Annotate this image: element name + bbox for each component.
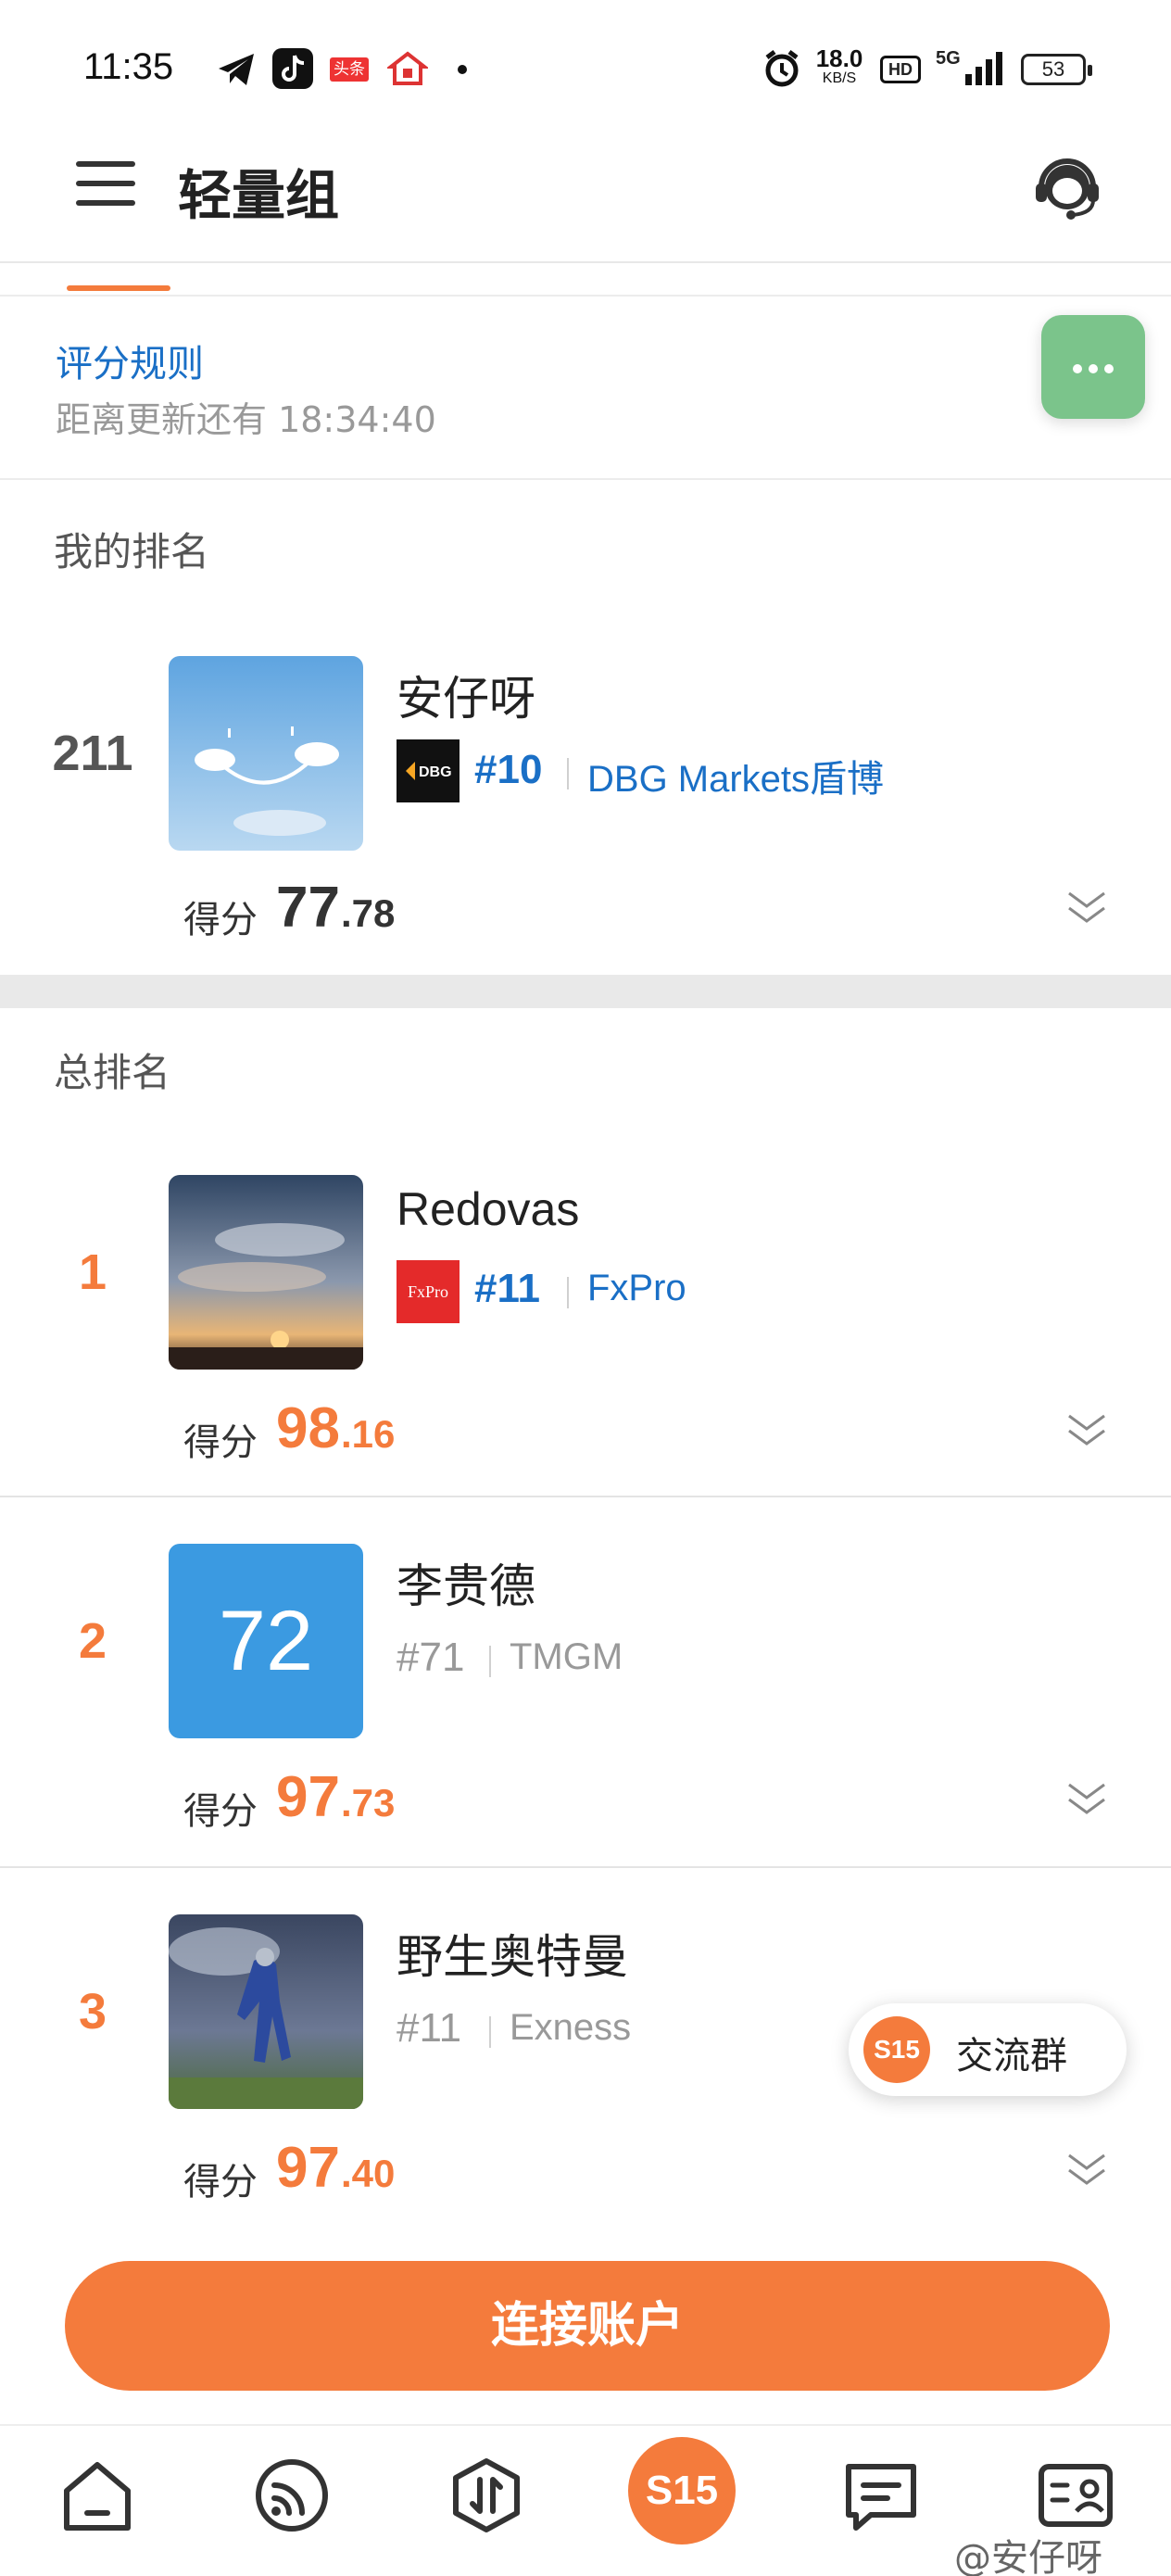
my-rank-section-title: 我的排名 xyxy=(54,529,210,575)
broker-name[interactable]: FxPro xyxy=(587,1268,686,1309)
status-time: 11:35 xyxy=(83,46,174,87)
score-decimal: .73 xyxy=(341,1781,396,1825)
active-tab-indicator xyxy=(67,285,170,291)
score-label: 得分 xyxy=(183,1790,258,1833)
score-integer: 77 xyxy=(276,876,340,940)
trade-icon[interactable] xyxy=(445,2454,528,2537)
signal-icon xyxy=(965,52,1002,85)
user-avatar xyxy=(169,1175,363,1370)
fxpro-logo: FxPro xyxy=(397,1260,460,1323)
rank-number: 2 xyxy=(78,1613,107,1669)
rank-number: 211 xyxy=(52,726,133,781)
s15-logo-icon: S15 xyxy=(863,2016,930,2083)
section-divider xyxy=(0,975,1171,1008)
user-name: 野生奥特曼 xyxy=(397,1930,628,1984)
profile-card-icon[interactable] xyxy=(1034,2454,1117,2537)
chat-group-label: 交流群 xyxy=(956,2035,1067,2077)
score-decimal: .78 xyxy=(341,891,396,935)
score-label: 得分 xyxy=(183,899,258,941)
battery-indicator: 53 xyxy=(1021,54,1092,85)
separator xyxy=(489,1646,491,1677)
chevron-down-icon[interactable] xyxy=(1064,888,1110,928)
hamburger-menu-icon[interactable] xyxy=(76,161,135,209)
chevron-down-icon[interactable] xyxy=(1064,2150,1110,2191)
chevron-down-icon[interactable] xyxy=(1064,1410,1110,1451)
rank-number: 3 xyxy=(78,1984,107,2039)
scoring-rules-link[interactable]: 评分规则 xyxy=(56,334,204,387)
ranking-row-1[interactable]: 1 Redovas FxPro #11 FxPro 得分 98 .16 xyxy=(0,1130,1171,1497)
telegram-icon xyxy=(219,54,254,85)
user-name: Redovas xyxy=(397,1183,580,1235)
5g-label: 5G xyxy=(936,48,961,69)
broker-name[interactable]: DBG Markets盾博 xyxy=(587,749,884,802)
rules-row: 评分规则 距离更新还有 18:34:40 xyxy=(0,295,1171,480)
s15-icon[interactable]: S15 xyxy=(628,2437,736,2544)
separator xyxy=(567,1277,569,1308)
customer-service-icon[interactable] xyxy=(1030,150,1104,224)
dbg-markets-logo: DBG xyxy=(397,739,460,802)
user-name: 安仔呀 xyxy=(397,672,535,726)
broker-name[interactable]: TMGM xyxy=(510,1636,623,1678)
feed-icon[interactable] xyxy=(250,2454,334,2537)
user-avatar xyxy=(169,1914,363,2109)
overall-section-title: 总排名 xyxy=(54,1050,171,1095)
page-title: 轻量组 xyxy=(178,164,340,227)
tiktok-icon xyxy=(272,48,313,89)
user-avatar: 72 xyxy=(169,1544,363,1738)
more-notifications-dot xyxy=(458,65,467,74)
score-label: 得分 xyxy=(183,2161,258,2203)
score-integer: 97 xyxy=(276,2136,340,2200)
message-icon[interactable] xyxy=(839,2454,923,2537)
bottom-nav: S15 @安仔呀 xyxy=(0,2424,1171,2576)
broker-rank: #11 xyxy=(474,1266,540,1311)
separator xyxy=(567,758,569,789)
more-options-button[interactable] xyxy=(1041,315,1145,419)
toutiao-icon: 头条 xyxy=(330,57,369,82)
separator xyxy=(489,2016,491,2048)
score-integer: 98 xyxy=(276,1396,340,1460)
svg-text:DBG: DBG xyxy=(419,764,452,780)
broker-rank: #10 xyxy=(474,747,543,792)
bank-app-icon xyxy=(387,51,428,85)
watermark: @安仔呀 xyxy=(954,2537,1102,2576)
update-countdown: 距离更新还有 18:34:40 xyxy=(56,399,436,440)
broker-name[interactable]: Exness xyxy=(510,2007,631,2049)
app-header: 轻量组 xyxy=(0,139,1171,291)
score-label: 得分 xyxy=(183,1421,258,1464)
score-decimal: .40 xyxy=(341,2152,396,2195)
home-icon[interactable] xyxy=(56,2454,139,2537)
rank-number: 1 xyxy=(78,1244,107,1300)
chevron-down-icon[interactable] xyxy=(1064,1779,1110,1820)
status-bar: 11:35 头条 18.0 KB/S HD 5G 53 xyxy=(0,0,1171,139)
network-speed: 18.0 KB/S xyxy=(815,44,863,86)
connect-account-button[interactable]: 连接账户 xyxy=(65,2261,1110,2391)
user-name: 李贵德 xyxy=(397,1559,535,1613)
chat-group-button[interactable]: S15 交流群 xyxy=(849,2003,1127,2096)
alarm-icon xyxy=(765,50,799,87)
score-decimal: .16 xyxy=(341,1412,396,1456)
ranking-row-2[interactable]: 2 72 李贵德 #71 TMGM 得分 97 .73 xyxy=(0,1499,1171,1868)
broker-rank: #71 xyxy=(397,1635,465,1680)
bottom-area: 连接账户 S15 @安仔呀 xyxy=(0,2209,1171,2576)
my-rank-row[interactable]: 211 安仔呀 DBG #10 DBG Markets盾博 得分 77 .78 xyxy=(0,612,1171,975)
user-avatar xyxy=(169,656,363,851)
hd-indicator: HD xyxy=(880,56,921,83)
score-integer: 97 xyxy=(276,1765,340,1829)
broker-rank: #11 xyxy=(397,2005,462,2051)
